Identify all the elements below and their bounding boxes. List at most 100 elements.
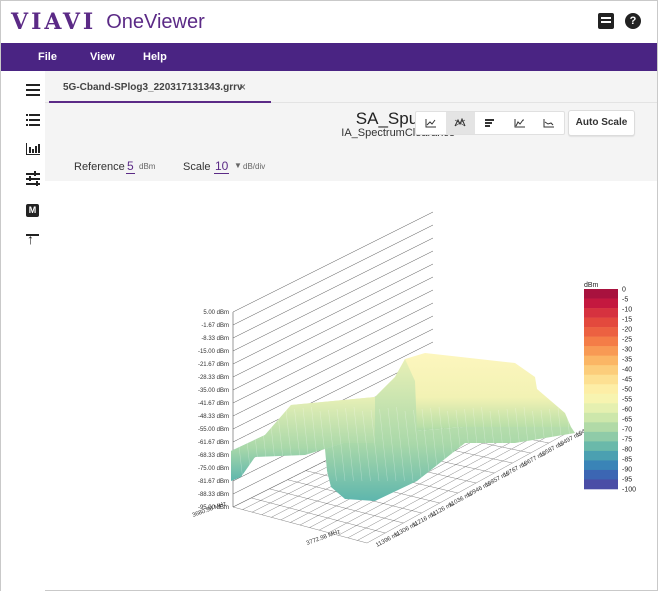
colorbar-tick-label: -95	[622, 477, 632, 484]
colorbar-tick-label: -20	[622, 327, 632, 334]
colorbar-swatch	[584, 393, 618, 404]
menu-help[interactable]: Help	[143, 51, 167, 63]
spectrum-surface	[231, 353, 575, 501]
scale-unit: dB/div	[243, 162, 266, 171]
colorbar-tick-label: -100	[622, 487, 636, 494]
close-icon[interactable]: ×	[239, 80, 246, 94]
colorbar-tick-label: -45	[622, 377, 632, 384]
colorbar-tick-label: -25	[622, 337, 632, 344]
z-tick-label: -15.00 dBm	[198, 349, 229, 355]
colorbar-swatch	[584, 374, 618, 385]
colorbar-swatch	[584, 422, 618, 433]
left-rail: M	[1, 71, 45, 591]
z-gridline	[232, 250, 434, 352]
colorbar-tick-label: -75	[622, 437, 632, 444]
z-tick-label: -28.33 dBm	[198, 375, 229, 381]
colorbar-swatch	[584, 384, 618, 395]
list-icon[interactable]	[26, 114, 40, 126]
spectrum-3d-chart[interactable]: 5.00 dBm -1.67 dBm -8.33 dBm -15.00 dBm -21.…	[45, 181, 657, 591]
colorbar-tick-label: -30	[622, 347, 632, 354]
colorbar-tick-label: -60	[622, 407, 632, 414]
colorbar-tick-label: 0	[622, 287, 626, 294]
z-tick-label: -68.33 dBm	[198, 453, 229, 459]
app-name: OneViewer	[106, 10, 205, 33]
spectrum-3d-icon[interactable]	[445, 112, 476, 134]
bar-chart-icon[interactable]	[26, 143, 40, 155]
m-badge-icon[interactable]: M	[26, 204, 39, 217]
z-tick-label: -75.00 dBm	[198, 466, 229, 472]
colorbar-swatch	[584, 327, 618, 337]
file-tab[interactable]: 5G-Cband-SPlog3_220317131343.grrv ×	[49, 71, 271, 103]
colorbar-swatch	[584, 441, 618, 452]
z-gridline	[232, 276, 434, 378]
z-tick-label: -81.67 dBm	[198, 479, 229, 485]
colorbar-swatch	[584, 289, 618, 299]
freq-tick-label: 3772.98 MHz	[306, 529, 342, 547]
area-chart-icon[interactable]	[505, 112, 535, 134]
upload-icon[interactable]	[26, 231, 40, 247]
frequency-axis-labels: 3680.98 MHz3772.98 MHz	[192, 501, 342, 547]
colorbar-tick-label: -55	[622, 397, 632, 404]
time-tick-label: 11396 ms	[375, 531, 401, 548]
colorbar-swatch	[584, 317, 618, 328]
auto-scale-button[interactable]: Auto Scale	[568, 110, 635, 136]
trend-chart-icon[interactable]	[534, 112, 564, 134]
app-header: VIAVI OneViewer ?	[1, 1, 657, 43]
reference-unit: dBm	[139, 162, 156, 171]
colorbar-swatch	[584, 308, 618, 318]
z-gridline	[232, 211, 434, 313]
colorbar-tick-label: -35	[622, 357, 632, 364]
hamburger-menu-icon[interactable]	[26, 84, 40, 96]
z-tick-label: -55.00 dBm	[198, 427, 229, 433]
tab-strip: 5G-Cband-SPlog3_220317131343.grrv ×	[45, 71, 657, 103]
z-gridline	[232, 263, 434, 365]
colorbar-swatch	[584, 431, 618, 442]
chevron-down-icon[interactable]: ▼	[234, 161, 242, 170]
reference-input[interactable]: 5	[126, 159, 135, 174]
colorbar-tick-label: -90	[622, 467, 632, 474]
scale-select[interactable]: 10	[214, 159, 230, 174]
z-tick-label: -35.00 dBm	[198, 388, 229, 394]
colorbar-tick-label: -5	[622, 297, 628, 304]
colorbar-swatch	[584, 365, 618, 376]
colorbar-swatch	[584, 346, 618, 356]
reference-label: Reference	[74, 161, 125, 173]
help-icon[interactable]: ?	[625, 13, 641, 29]
z-tick-label: -41.67 dBm	[198, 401, 229, 407]
tune-sliders-icon[interactable]	[26, 171, 40, 186]
scale-label: Scale	[183, 161, 211, 173]
book-icon[interactable]	[598, 13, 614, 29]
line-chart-icon[interactable]	[416, 112, 446, 134]
app-window: VIAVI OneViewer ? File View Help M 5G-Cb…	[0, 0, 658, 591]
params-row: Reference 5 dBm Scale 10 ▼ dB/div	[45, 147, 657, 181]
colorbar-swatch	[584, 355, 618, 366]
menu-file[interactable]: File	[38, 51, 57, 63]
colorbar-swatch	[584, 336, 618, 347]
colorbar-tick-label: -80	[622, 447, 632, 454]
chart-canvas: 5.00 dBm -1.67 dBm -8.33 dBm -15.00 dBm -21.…	[192, 211, 636, 549]
colorbar: dBm 0 -5 -10 -15 -20 -25 -30 -35 -40 -45 -50 -55 -60 -…	[584, 282, 636, 494]
menu-view[interactable]: View	[90, 51, 115, 63]
colorbar-title: dBm	[584, 282, 599, 289]
z-tick-label: -21.67 dBm	[198, 362, 229, 368]
colorbar-tick-label: -85	[622, 457, 632, 464]
colorbar-tick-label: -40	[622, 367, 632, 374]
z-tick-label: -8.33 dBm	[201, 336, 229, 342]
colorbar-swatch	[584, 412, 618, 423]
colorbar-tick-label: -50	[622, 387, 632, 394]
z-tick-label: -88.33 dBm	[198, 492, 229, 498]
colorbar-swatch	[584, 469, 618, 480]
colorbar-swatch	[584, 403, 618, 414]
list-view-icon[interactable]	[475, 112, 505, 134]
colorbar-tick-label: -70	[622, 427, 632, 434]
z-gridline	[232, 224, 434, 326]
brand-logo: VIAVI	[11, 9, 97, 35]
colorbar-swatch	[584, 460, 618, 471]
colorbar-tick-label: -65	[622, 417, 632, 424]
z-tick-label: -48.33 dBm	[198, 414, 229, 420]
logo: VIAVI OneViewer	[11, 7, 205, 37]
z-axis-labels: 5.00 dBm -1.67 dBm -8.33 dBm -15.00 dBm -21.…	[198, 310, 229, 511]
file-tab-label: 5G-Cband-SPlog3_220317131343.grrv	[63, 82, 243, 93]
view-mode-group	[415, 111, 565, 135]
colorbar-swatch	[584, 479, 618, 490]
